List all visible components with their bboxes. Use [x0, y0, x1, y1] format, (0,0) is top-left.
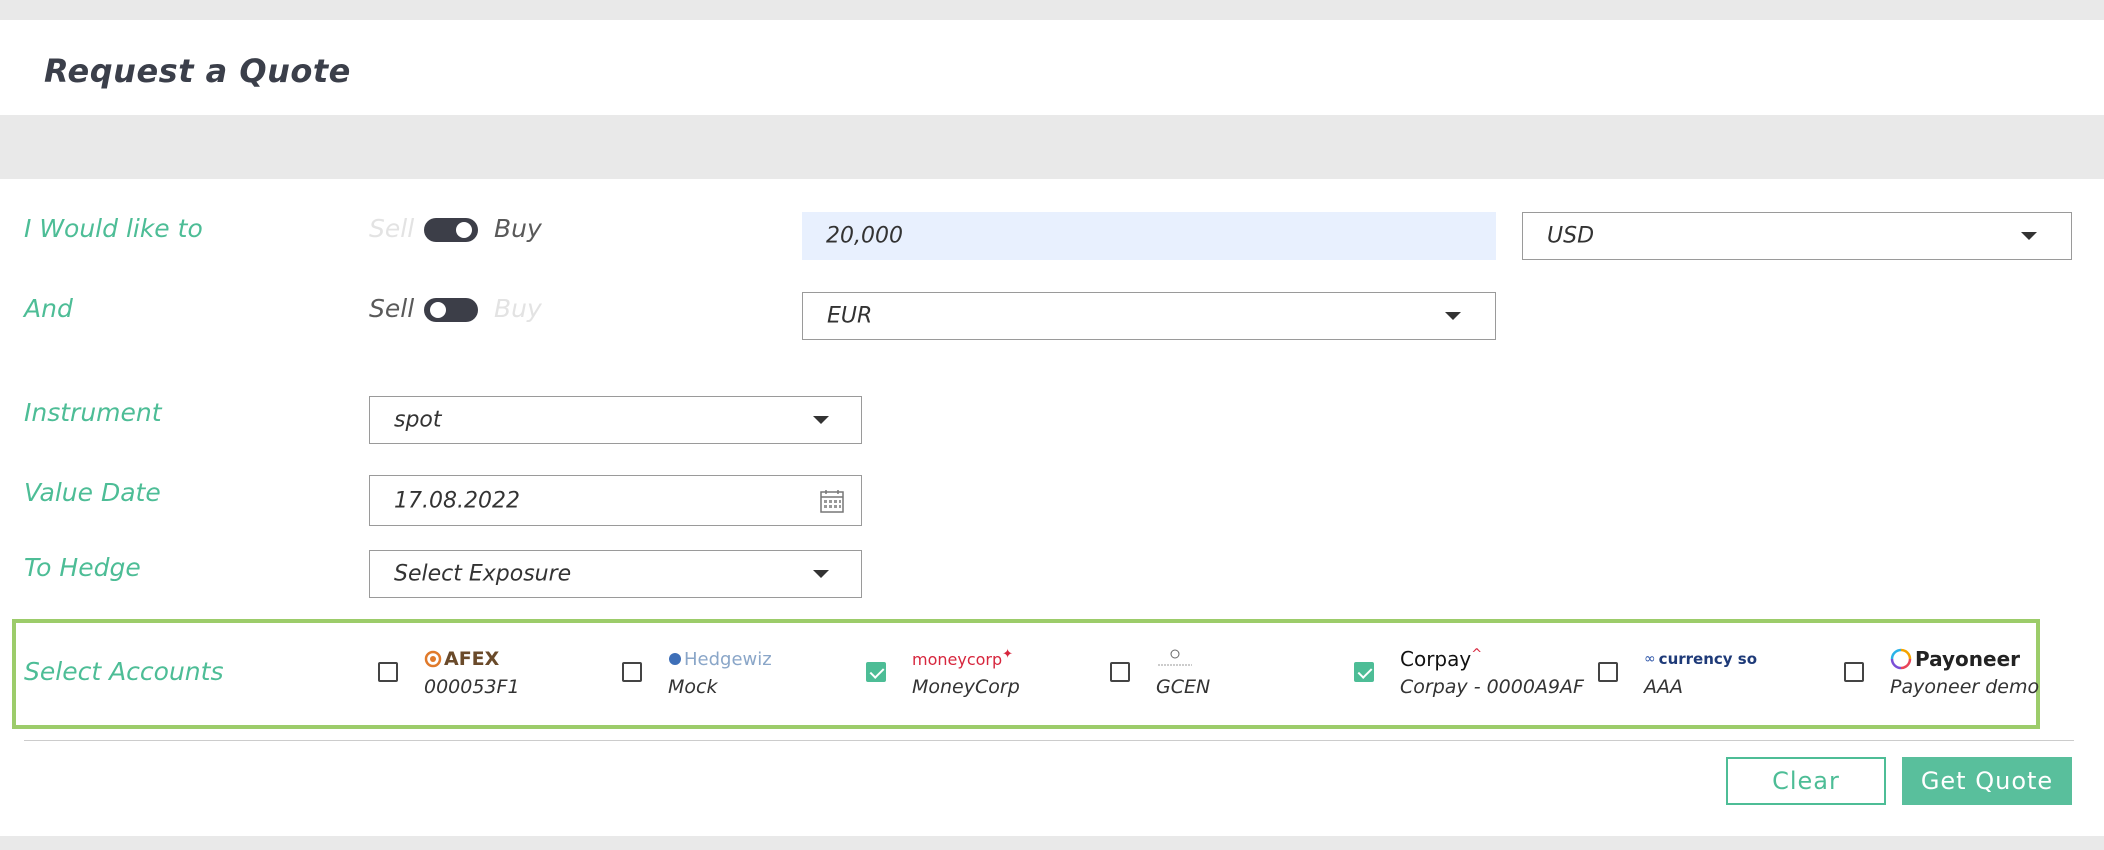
- calendar-icon[interactable]: [819, 488, 845, 514]
- instrument-label: Instrument: [24, 398, 162, 427]
- to-hedge-label: To Hedge: [24, 553, 141, 582]
- select-accounts-label: Select Accounts: [24, 657, 224, 686]
- account-checkbox[interactable]: [1598, 662, 1618, 682]
- row2-buy-option[interactable]: Buy: [494, 294, 542, 323]
- chevron-down-icon: [2021, 232, 2037, 240]
- header-band: [0, 115, 2104, 179]
- instrument-select[interactable]: spot: [369, 396, 862, 444]
- row1-buy-option[interactable]: Buy: [494, 214, 542, 243]
- gcen-mark-icon: [1158, 649, 1192, 666]
- currency-1-select[interactable]: USD: [1522, 212, 2072, 260]
- currency-solutions-logo-icon: ∞ currency so: [1644, 650, 1758, 668]
- row1-buy-sell-toggle[interactable]: [424, 218, 478, 242]
- payoneer-logo-icon: Payoneer: [1890, 647, 2020, 671]
- get-quote-button[interactable]: Get Quote: [1902, 757, 2072, 805]
- gcen-logo-icon: [1156, 648, 1194, 670]
- value-date-label: Value Date: [24, 478, 161, 507]
- chevron-down-icon: [813, 570, 829, 578]
- row2-sell-option[interactable]: Sell: [369, 294, 414, 323]
- value-date-input[interactable]: 17.08.2022: [369, 475, 862, 526]
- footer-divider: [24, 740, 2074, 741]
- row1-sell-option[interactable]: Sell: [369, 214, 414, 243]
- toggle-knob: [430, 302, 446, 318]
- account-checkbox[interactable]: [622, 662, 642, 682]
- toggle-knob: [456, 222, 472, 238]
- row2-buy-sell-toggle[interactable]: [424, 298, 478, 322]
- page-title: Request a Quote: [44, 52, 351, 90]
- amount-input[interactable]: 20,000: [802, 212, 1496, 260]
- account-checkbox[interactable]: [1354, 662, 1374, 682]
- hedgewiz-logo-icon: Hedgewiz: [668, 648, 772, 670]
- clear-button[interactable]: Clear: [1726, 757, 1886, 805]
- link-icon: ∞: [1644, 651, 1656, 667]
- afex-logo-icon: AFEX: [424, 648, 499, 670]
- exposure-select[interactable]: Select Exposure: [369, 550, 862, 598]
- and-label: And: [24, 294, 73, 323]
- account-checkbox[interactable]: [378, 662, 398, 682]
- currency-2-select[interactable]: EUR: [802, 292, 1496, 340]
- account-checkbox[interactable]: [1844, 662, 1864, 682]
- corpay-caret-icon: ^: [1471, 646, 1483, 662]
- accounts-highlight-box: [12, 619, 2040, 729]
- would-like-label: I Would like to: [24, 214, 203, 243]
- moneycorp-logo-icon: moneycorp ✦: [912, 646, 1014, 669]
- corpay-logo-icon: Corpay ^: [1400, 646, 1483, 672]
- moneycorp-star-icon: ✦: [1002, 646, 1014, 662]
- chevron-down-icon: [1445, 312, 1461, 320]
- chevron-down-icon: [813, 416, 829, 424]
- account-checkbox[interactable]: [1110, 662, 1130, 682]
- hedgewiz-mark-icon: [669, 653, 681, 665]
- account-checkbox[interactable]: [866, 662, 886, 682]
- afex-mark-icon: [424, 650, 442, 668]
- payoneer-ring-icon: [1890, 648, 1912, 670]
